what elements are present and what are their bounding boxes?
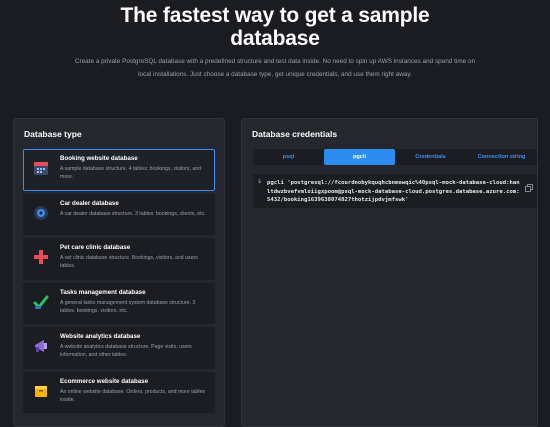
megaphone-icon (32, 337, 50, 355)
db-option-name: Website analytics database (60, 333, 141, 340)
db-option-desc: A sample database structure. 4 tables: b… (60, 166, 202, 180)
db-option-booking[interactable]: Booking website database A sample databa… (23, 149, 215, 191)
medical-cross-icon (32, 248, 50, 266)
db-option-desc: An online website database. Orders, prod… (60, 388, 206, 403)
db-option-name: Pet care clinic database (60, 244, 131, 251)
calendar-icon (32, 159, 50, 177)
tab-pgcli[interactable]: pgcli (324, 149, 395, 165)
hero-subtitle: Create a private PostgreSQL database wit… (74, 58, 476, 78)
database-type-list: Booking website database A sample databa… (23, 149, 215, 416)
copy-icon[interactable] (525, 179, 533, 192)
hero-title-line2: database (230, 27, 320, 50)
database-credentials-title: Database credentials (252, 129, 338, 139)
db-option-desc: A general tasks management system databa… (60, 299, 196, 314)
db-option-pet-care[interactable]: Pet care clinic database A vet clinic da… (23, 238, 215, 280)
db-option-name: Booking website database (60, 155, 138, 162)
connection-command[interactable]: pgcli 'postgresql://fcourdnobykquqhcbnme… (267, 179, 522, 205)
credentials-tabs: psql pgcli Credentials Connection string (253, 149, 537, 165)
database-credentials-panel: Database credentials psql pgcli Credenti… (241, 118, 538, 427)
db-option-desc: A vet clinic database structure. Booking… (60, 255, 198, 269)
wheel-icon (32, 204, 50, 222)
db-option-analytics[interactable]: Website analytics database A website ana… (23, 327, 215, 369)
database-type-title: Database type (24, 129, 82, 139)
db-option-name: Tasks management database (60, 288, 146, 296)
db-option-desc: A car dealer database structure. 3 table… (60, 210, 206, 217)
db-option-car-dealer[interactable]: Car dealer database A car dealer databas… (23, 193, 215, 235)
hero-title-line1: The fastest way to get a sample (120, 4, 430, 27)
db-option-desc: A website analytics database structure. … (60, 344, 192, 358)
tab-connection-string[interactable]: Connection string (466, 149, 537, 165)
checkmark-icon (32, 293, 50, 311)
code-box: $ pgcli 'postgresql://fcourdnobykquqhcbn… (253, 174, 537, 208)
db-option-tasks[interactable]: Tasks management database A general task… (23, 282, 215, 324)
database-type-panel: Database type Booking website database A… (13, 118, 225, 427)
db-option-name: Ecommerce website database (60, 377, 149, 385)
box-icon (32, 382, 50, 400)
tab-psql[interactable]: psql (253, 149, 324, 165)
db-option-ecommerce[interactable]: Ecommerce website database An online web… (23, 371, 215, 413)
tab-credentials[interactable]: Credentials (395, 149, 466, 165)
hero-title: The fastest way to get a sample database (0, 4, 550, 50)
db-option-name: Car dealer database (60, 199, 119, 207)
code-prompt: $ (258, 179, 262, 185)
